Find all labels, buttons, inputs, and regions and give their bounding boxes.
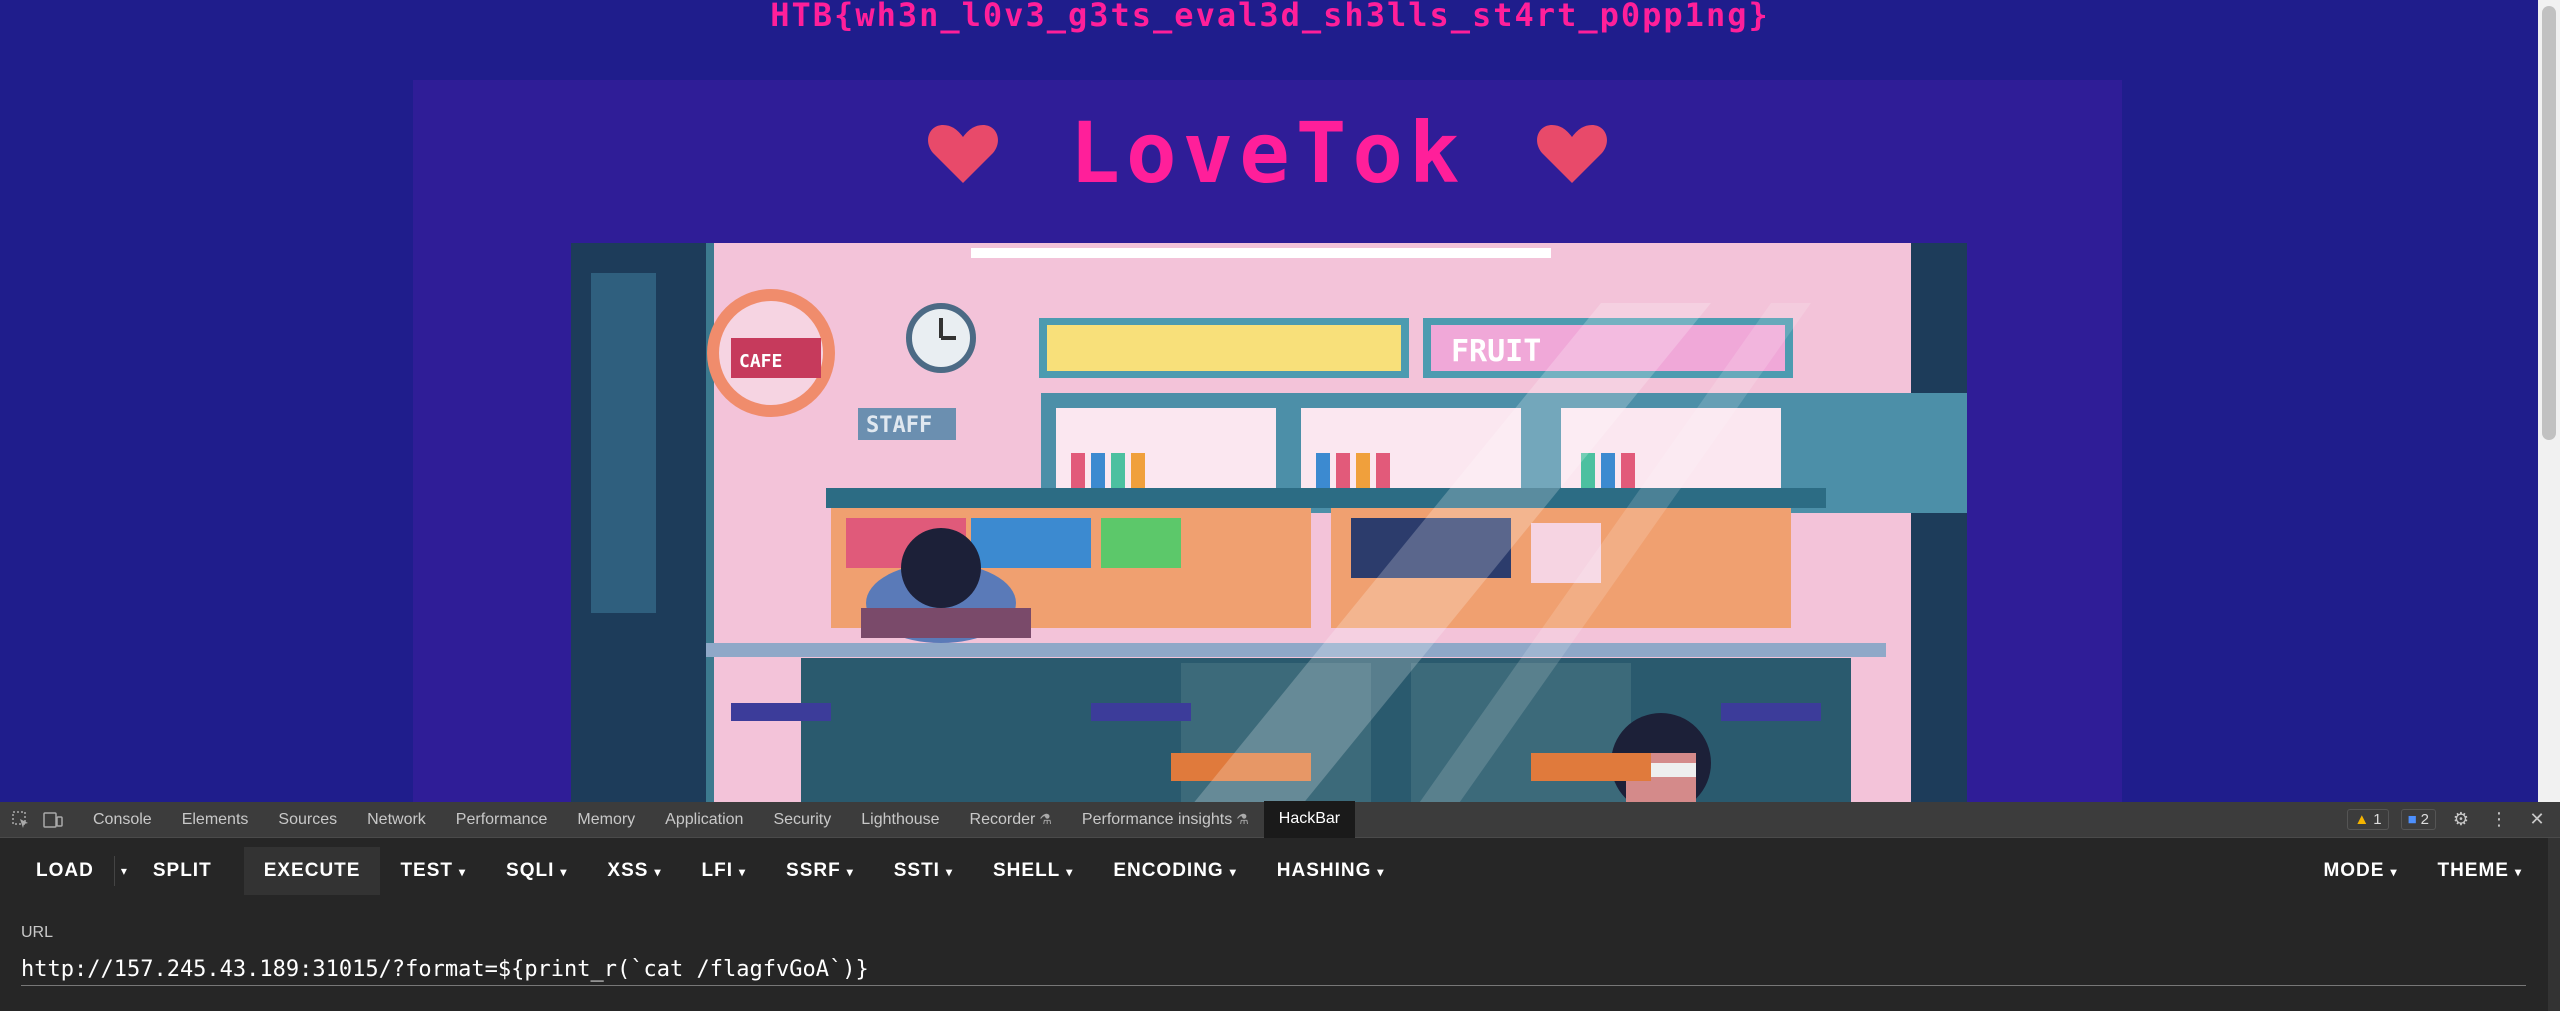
hashing-label: HASHING <box>1276 859 1372 881</box>
messages-badge[interactable]: ■ 2 <box>2400 809 2436 830</box>
devtools-right-controls: ▲ 1 ■ 2 ⚙ ⋮ ✕ <box>2347 802 2550 837</box>
shell-label: SHELL <box>993 859 1061 881</box>
encoding-label: ENCODING <box>1113 859 1224 881</box>
more-options-icon[interactable]: ⋮ <box>2486 809 2512 830</box>
shell-menu-button[interactable]: SHELL ▾ <box>973 847 1093 895</box>
site-title: LoveTok <box>1069 104 1466 202</box>
heart-right-icon <box>1536 125 1607 183</box>
test-menu-button[interactable]: TEST ▾ <box>380 847 486 895</box>
warnings-count: 1 <box>2373 811 2382 828</box>
experiment-beaker-icon: ⚗ <box>1039 811 1052 827</box>
devtools-tabbar: Console Elements Sources Network Perform… <box>0 801 2560 838</box>
execute-button[interactable]: EXECUTE <box>243 846 381 895</box>
theme-label: THEME <box>2437 859 2509 881</box>
scene-fruit-sign: FRUIT <box>1451 334 1541 369</box>
scene-staff-sign: STAFF <box>866 413 932 438</box>
split-button[interactable]: SPLIT <box>133 847 232 895</box>
sqli-label: SQLI <box>506 859 555 881</box>
tab-performance-insights[interactable]: Performance insights ⚗ <box>1067 802 1264 837</box>
encoding-menu-button[interactable]: ENCODING ▾ <box>1093 847 1256 895</box>
warning-icon: ▲ <box>2354 811 2370 828</box>
ssrf-label: SSRF <box>786 859 841 881</box>
tab-application[interactable]: Application <box>650 802 758 837</box>
device-toolbar-icon[interactable] <box>42 809 64 831</box>
page-viewport: HTB{wh3n_l0v3_g3ts_eval3d_sh3lls_st4rt_p… <box>0 0 2560 802</box>
tab-network[interactable]: Network <box>352 802 441 837</box>
pixel-art-cafe-image: CAFE STAFF FRUIT <box>571 243 1967 802</box>
tab-recorder-label: Recorder <box>969 811 1036 828</box>
test-label: TEST <box>400 859 454 881</box>
heart-left-icon <box>928 125 999 183</box>
caret-down-icon: ▾ <box>2514 864 2522 879</box>
hackbar-toolbar: LOAD ▾ SPLIT EXECUTE TEST ▾ SQLI ▾ XSS ▾ LF… <box>0 838 2560 903</box>
tab-performance[interactable]: Performance <box>441 802 563 837</box>
flag-text: HTB{wh3n_l0v3_g3ts_eval3d_sh3lls_st4rt_p… <box>770 0 1770 34</box>
load-button[interactable]: LOAD <box>16 847 114 895</box>
mode-menu-button[interactable]: MODE ▾ <box>2303 847 2417 895</box>
xss-menu-button[interactable]: XSS ▾ <box>587 847 681 895</box>
tab-sources[interactable]: Sources <box>263 802 352 837</box>
inspect-element-icon[interactable] <box>10 809 32 831</box>
issues-badge[interactable]: ▲ 1 <box>2347 809 2389 830</box>
tab-security[interactable]: Security <box>758 802 846 837</box>
page-scrollbar[interactable] <box>2538 0 2560 802</box>
load-dropdown-caret-icon[interactable]: ▾ <box>113 855 133 886</box>
theme-menu-button[interactable]: THEME ▾ <box>2417 847 2542 895</box>
hashing-menu-button[interactable]: HASHING ▾ <box>1257 847 1405 895</box>
title-row: LoveTok <box>413 98 2122 208</box>
ssrf-menu-button[interactable]: SSRF ▾ <box>766 847 874 895</box>
mode-label: MODE <box>2323 859 2385 881</box>
tab-recorder[interactable]: Recorder ⚗ <box>955 802 1067 837</box>
caret-down-icon: ▾ <box>654 864 662 879</box>
xss-label: XSS <box>607 859 649 881</box>
tab-performance-insights-label: Performance insights <box>1081 811 1233 828</box>
ssti-menu-button[interactable]: SSTI ▾ <box>874 847 973 895</box>
caret-down-icon: ▾ <box>945 864 953 879</box>
load-split-button: LOAD ▾ <box>16 847 133 895</box>
tab-lighthouse[interactable]: Lighthouse <box>846 802 954 837</box>
message-icon: ■ <box>2407 811 2417 828</box>
caret-down-icon: ▾ <box>560 864 568 879</box>
caret-down-icon: ▾ <box>1229 864 1237 879</box>
url-section: URL <box>0 903 2560 1011</box>
caret-down-icon: ▾ <box>738 864 747 879</box>
tab-console[interactable]: Console <box>78 802 167 837</box>
settings-gear-icon[interactable]: ⚙ <box>2448 809 2474 830</box>
content-panel: LoveTok CAFE STAFF FRUIT <box>413 80 2122 802</box>
scene-cafe-sign: CAFE <box>739 351 782 372</box>
close-devtools-icon[interactable]: ✕ <box>2524 809 2550 830</box>
caret-down-icon: ▾ <box>846 864 854 879</box>
devtools-panel: Console Elements Sources Network Perform… <box>0 801 2560 1011</box>
caret-down-icon: ▾ <box>1066 864 1074 879</box>
experiment-beaker-icon: ⚗ <box>1236 811 1249 827</box>
tab-hackbar[interactable]: HackBar <box>1263 801 1356 838</box>
tab-memory[interactable]: Memory <box>562 802 650 837</box>
ssti-label: SSTI <box>893 859 940 881</box>
page-scrollbar-thumb[interactable] <box>2542 6 2556 440</box>
caret-down-icon: ▾ <box>459 864 467 879</box>
tab-elements[interactable]: Elements <box>167 802 264 837</box>
devtools-scrollbar[interactable] <box>2548 838 2560 1011</box>
caret-down-icon: ▾ <box>2390 864 2398 879</box>
cafe-scene-illustration: CAFE STAFF FRUIT <box>571 243 1967 802</box>
lfi-label: LFI <box>701 859 733 881</box>
url-input[interactable] <box>21 953 2526 986</box>
messages-count: 2 <box>2420 811 2429 828</box>
caret-down-icon: ▾ <box>1377 864 1385 879</box>
url-label: URL <box>21 924 54 941</box>
sqli-menu-button[interactable]: SQLI ▾ <box>486 847 587 895</box>
lfi-menu-button[interactable]: LFI ▾ <box>681 847 766 895</box>
